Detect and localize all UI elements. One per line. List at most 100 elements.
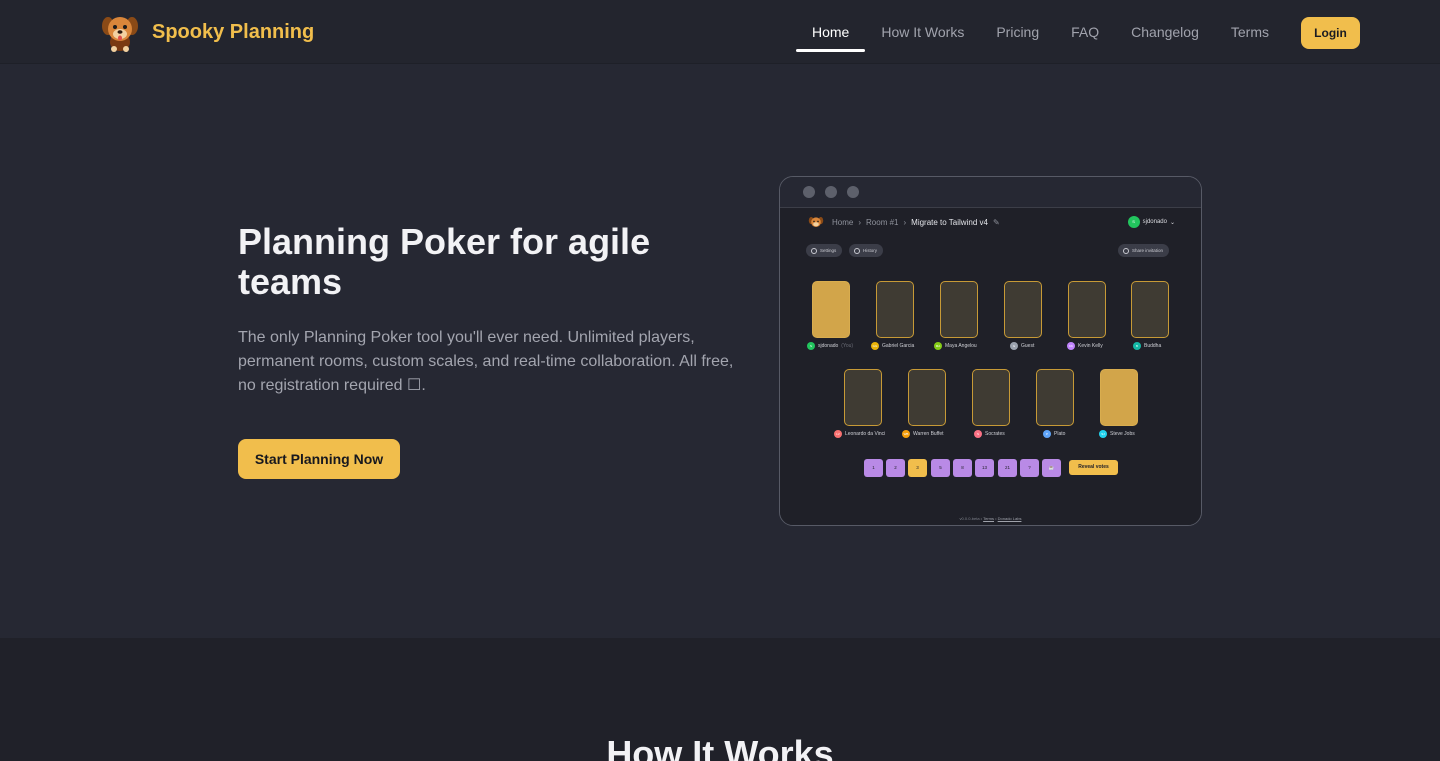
nav-faq[interactable]: FAQ: [1055, 16, 1115, 50]
history-icon: [854, 247, 860, 254]
player-card: [1100, 369, 1138, 426]
preview-footer: v0.0.0-beta • Terms • Donado Labs: [959, 516, 1022, 521]
app-preview-window: Home › Room #1 › Migrate to Tailwind v4 …: [779, 176, 1202, 526]
settings-label: Settings: [820, 248, 837, 253]
player-name: G Guest: [1010, 342, 1034, 350]
player-label: Plato: [1054, 431, 1066, 437]
player-label: sjdonado: [818, 343, 839, 349]
dog-icon: [102, 17, 138, 52]
player-card: [908, 369, 946, 426]
vote-button-selected: 3: [908, 459, 927, 477]
main-nav: Home How It Works Pricing FAQ Changelog …: [795, 16, 1360, 52]
nav-changelog[interactable]: Changelog: [1115, 16, 1215, 50]
nav-home[interactable]: Home: [795, 16, 866, 52]
dog-icon: [808, 217, 824, 227]
vote-button: 1: [864, 459, 883, 477]
breadcrumb-item: Room #1: [866, 218, 899, 227]
chevron-down-icon: ⌄: [1169, 219, 1175, 226]
player-card: [972, 369, 1010, 426]
avatar: G: [1010, 342, 1018, 350]
avatar: SJ: [1099, 430, 1107, 438]
share-chip: Share invitation: [1118, 244, 1170, 257]
breadcrumb: Home › Room #1 › Migrate to Tailwind v4 …: [832, 218, 1000, 227]
player-name: Ssjdonado (You): [807, 342, 853, 350]
player-card: [844, 369, 882, 426]
settings-chip: Settings: [806, 244, 843, 257]
player-card: [940, 281, 978, 338]
player-name: B Buddha: [1133, 342, 1161, 350]
avatar: B: [1133, 342, 1141, 350]
window-dot-icon: [803, 186, 815, 198]
player-label: Socrates: [985, 431, 1005, 437]
reveal-votes-button: Reveal votes: [1069, 460, 1118, 475]
breadcrumb-item: Home: [832, 218, 854, 227]
player-name: LV Leonardo da Vinci: [834, 430, 885, 438]
you-tag: (You): [841, 343, 854, 349]
player-name: MA Maya Angelou: [934, 342, 977, 350]
breadcrumb-current: Migrate to Tailwind v4: [911, 218, 988, 227]
player-card: [876, 281, 914, 338]
nav-how-it-works[interactable]: How It Works: [865, 16, 980, 50]
window-dot-icon: [847, 186, 859, 198]
history-label: History: [863, 248, 878, 253]
nav-pricing[interactable]: Pricing: [980, 16, 1055, 50]
player-label: Warren Buffet: [913, 431, 944, 437]
player-label: Steve Jobs: [1110, 431, 1135, 437]
vote-button: ?: [1020, 459, 1039, 477]
avatar: MA: [934, 342, 942, 350]
top-navbar: Spooky Planning Home How It Works Pricin…: [0, 0, 1440, 64]
player-label: Leonardo da Vinci: [845, 431, 886, 437]
share-label: Share invitation: [1132, 248, 1164, 253]
player-name: SJ Steve Jobs: [1099, 430, 1135, 438]
avatar: P: [1043, 430, 1051, 438]
player-label: Kevin Kelly: [1078, 343, 1103, 349]
vote-button: 8: [953, 459, 972, 477]
window-chrome: [780, 177, 1201, 208]
hero-description: The only Planning Poker tool you'll ever…: [238, 329, 734, 394]
player-card: [1004, 281, 1042, 338]
player-card: [1068, 281, 1106, 338]
player-label: Maya Angelou: [945, 343, 977, 349]
chevron-right-icon: ›: [903, 218, 907, 227]
start-planning-button[interactable]: Start Planning Now: [238, 439, 400, 479]
login-button[interactable]: Login: [1301, 17, 1360, 49]
history-chip: History: [849, 244, 884, 257]
player-name: S Socrates: [974, 430, 1005, 438]
vote-button: ☕: [1042, 459, 1061, 477]
brand-name: Spooky Planning: [152, 20, 315, 43]
vote-button: 13: [975, 459, 994, 477]
avatar: KK: [1067, 342, 1075, 350]
player-name: WB Warren Buffet: [902, 430, 944, 438]
vote-button: 2: [886, 459, 905, 477]
chevron-right-icon: ›: [858, 218, 862, 227]
avatar: S: [1127, 216, 1140, 228]
avatar: LV: [834, 430, 842, 438]
player-label: Gabriel Garcia: [882, 343, 915, 349]
player-name: KK Kevin Kelly: [1067, 342, 1103, 350]
hero-title: Planning Poker for agile teams: [238, 221, 651, 302]
nav-terms[interactable]: Terms: [1215, 16, 1285, 50]
window-dot-icon: [825, 186, 837, 198]
avatar: GG: [871, 342, 879, 350]
vote-button: 21: [998, 459, 1017, 477]
player-label: Buddha: [1144, 343, 1162, 349]
app-preview: Home › Room #1 › Migrate to Tailwind v4 …: [780, 208, 1201, 525]
avatar: WB: [902, 430, 910, 438]
brand[interactable]: Spooky Planning: [100, 12, 314, 52]
footer-terms-link: Terms: [983, 516, 995, 521]
vote-button: 5: [931, 459, 950, 477]
player-name: P Plato: [1043, 430, 1065, 438]
user-name: sjdonado: [1142, 219, 1167, 225]
avatar: S: [974, 430, 982, 438]
player-card: [812, 281, 850, 338]
edit-icon: ✎: [992, 218, 1000, 227]
player-card: [1036, 369, 1074, 426]
footer-version: v0.0.0-beta •: [959, 516, 983, 521]
how-it-works-section: How It Works: [0, 638, 1440, 761]
avatar: S: [807, 342, 815, 350]
section-title: How It Works: [606, 733, 834, 761]
share-icon: [1123, 247, 1129, 254]
gear-icon: [811, 247, 817, 254]
footer-author-link: Donado Labs: [997, 516, 1022, 521]
player-label: Guest: [1021, 343, 1035, 349]
